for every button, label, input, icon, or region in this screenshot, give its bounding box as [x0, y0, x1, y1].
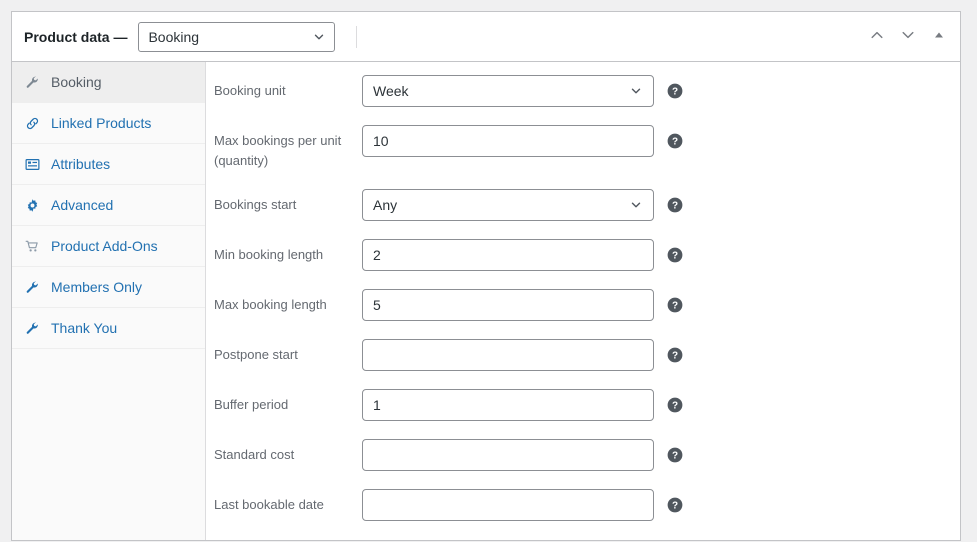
max-booking-length-input[interactable] — [362, 289, 654, 321]
svg-text:?: ? — [672, 501, 678, 512]
sidebar-item-label: Product Add-Ons — [51, 238, 158, 254]
svg-text:?: ? — [672, 301, 678, 312]
triangle-up-icon — [933, 29, 945, 44]
svg-text:?: ? — [672, 401, 678, 412]
fields-bottom-divider — [400, 540, 960, 541]
field-control — [362, 289, 654, 321]
help-icon[interactable]: ? — [667, 133, 683, 149]
field-row-booking-unit: Booking unit Week ? — [206, 75, 960, 107]
help-icon[interactable]: ? — [667, 83, 683, 99]
product-data-panel: Product data — Booking Booking Linked Pr… — [11, 11, 961, 541]
sidebar-item-label: Members Only — [51, 279, 143, 295]
field-row-last-bookable-date: Last bookable date ? — [206, 489, 960, 521]
field-label: Standard cost — [214, 447, 295, 462]
help-icon[interactable]: ? — [667, 447, 683, 463]
toggle-panel-button[interactable] — [927, 25, 951, 49]
min-booking-length-input[interactable] — [362, 239, 654, 271]
field-control — [362, 439, 654, 471]
panel-body: Booking Linked Products Attributes Advan… — [12, 62, 960, 541]
field-row-max-bookings-per-unit: Max bookings per unit (quantity) ? — [206, 125, 960, 171]
svg-text:?: ? — [672, 351, 678, 362]
sidebar-item-members-only[interactable]: Members Only — [12, 267, 205, 308]
link-icon — [24, 115, 41, 132]
help-icon[interactable]: ? — [667, 197, 683, 213]
product-data-tabs: Booking Linked Products Attributes Advan… — [12, 62, 206, 540]
header-divider — [356, 25, 358, 48]
field-control — [362, 489, 654, 521]
bookings-start-select[interactable]: Any — [362, 189, 654, 221]
chevron-down-icon — [900, 27, 916, 46]
chevron-up-icon — [869, 27, 885, 46]
wrench-icon — [24, 74, 41, 91]
svg-text:?: ? — [672, 201, 678, 212]
help-icon[interactable]: ? — [667, 397, 683, 413]
last-bookable-date-input[interactable] — [362, 489, 654, 521]
wrench-icon — [24, 320, 41, 337]
cart-icon — [24, 238, 41, 255]
sidebar-item-attributes[interactable]: Attributes — [12, 144, 205, 185]
help-icon[interactable]: ? — [667, 347, 683, 363]
field-row-standard-cost: Standard cost ? — [206, 439, 960, 471]
layout-icon — [24, 156, 41, 173]
field-control — [362, 339, 654, 371]
svg-text:?: ? — [672, 137, 678, 148]
buffer-period-input[interactable] — [362, 389, 654, 421]
move-up-button[interactable] — [865, 25, 889, 49]
field-label: Max bookings per unit (quantity) — [214, 133, 342, 168]
product-type-select-wrap: Booking — [138, 21, 336, 52]
postpone-start-input[interactable] — [362, 339, 654, 371]
help-icon[interactable]: ? — [667, 297, 683, 313]
sidebar-item-label: Linked Products — [51, 115, 152, 131]
booking-fields-form: Booking unit Week ? Max bookings per uni… — [206, 62, 960, 541]
field-label: Max booking length — [214, 297, 327, 312]
sidebar-item-label: Advanced — [51, 197, 114, 213]
sidebar-item-label: Attributes — [51, 156, 111, 172]
field-control — [362, 389, 654, 421]
help-icon[interactable]: ? — [667, 247, 683, 263]
svg-text:?: ? — [672, 87, 678, 98]
field-label: Postpone start — [214, 347, 298, 362]
field-row-max-booking-length: Max booking length ? — [206, 289, 960, 321]
svg-text:?: ? — [672, 451, 678, 462]
field-label: Bookings start — [214, 197, 297, 212]
svg-text:?: ? — [672, 251, 678, 262]
sidebar-item-label: Thank You — [51, 320, 118, 336]
field-label: Min booking length — [214, 247, 324, 262]
field-row-postpone-start: Postpone start ? — [206, 339, 960, 371]
product-type-select[interactable]: Booking — [138, 21, 336, 52]
wrench-icon — [24, 279, 41, 296]
sidebar-item-product-add-ons[interactable]: Product Add-Ons — [12, 226, 205, 267]
field-control: Any — [362, 189, 654, 221]
max-bookings-per-unit-input[interactable] — [362, 125, 654, 157]
page-title: Product data — — [24, 28, 128, 45]
field-control: Week — [362, 75, 654, 107]
gear-icon — [24, 197, 41, 214]
panel-header: Product data — Booking — [12, 12, 960, 62]
help-icon[interactable]: ? — [667, 497, 683, 513]
sidebar-item-advanced[interactable]: Advanced — [12, 185, 205, 226]
sidebar-item-booking[interactable]: Booking — [12, 62, 205, 103]
booking-unit-select[interactable]: Week — [362, 75, 654, 107]
panel-header-actions — [865, 25, 951, 49]
field-row-bookings-start: Bookings start Any ? — [206, 189, 960, 221]
sidebar-item-thank-you[interactable]: Thank You — [12, 308, 205, 349]
field-control — [362, 125, 654, 157]
sidebar-item-label: Booking — [51, 74, 102, 90]
sidebar-item-linked-products[interactable]: Linked Products — [12, 103, 205, 144]
standard-cost-input[interactable] — [362, 439, 654, 471]
field-row-buffer-period: Buffer period ? — [206, 389, 960, 421]
field-label: Last bookable date — [214, 497, 324, 512]
move-down-button[interactable] — [896, 25, 920, 49]
field-control — [362, 239, 654, 271]
field-row-min-booking-length: Min booking length ? — [206, 239, 960, 271]
field-label: Buffer period — [214, 397, 289, 412]
field-label: Booking unit — [214, 83, 286, 98]
